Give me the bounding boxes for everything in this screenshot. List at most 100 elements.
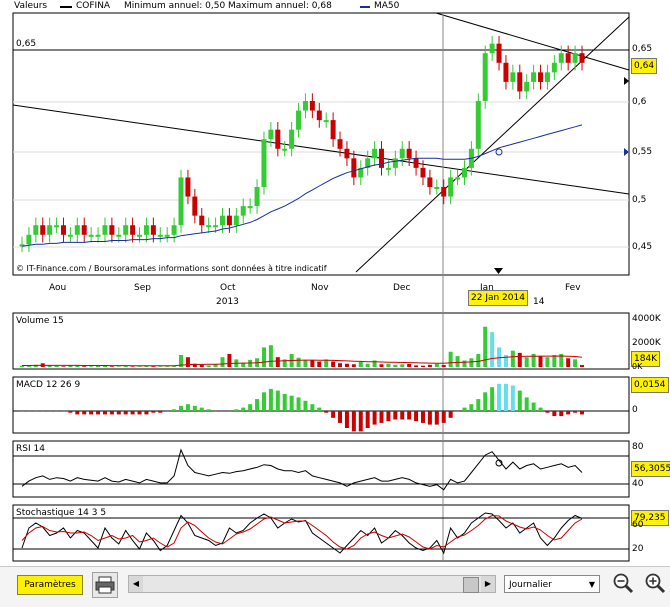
chevron-down-icon: ▼ <box>589 576 595 594</box>
price-candle <box>268 130 273 140</box>
volume-bar <box>303 360 307 367</box>
macd-bar <box>504 384 508 411</box>
price-candle <box>324 120 329 122</box>
price-candle <box>261 139 266 187</box>
price-candle <box>351 158 356 177</box>
volume-bar <box>117 366 121 367</box>
price-candle <box>54 225 59 227</box>
macd-bar <box>532 403 536 412</box>
price-candle <box>303 101 308 111</box>
macd-bar <box>518 391 522 411</box>
volume-bar <box>552 355 556 367</box>
price-candle <box>420 168 425 178</box>
volume-bar <box>414 365 418 367</box>
price-candle <box>116 235 121 237</box>
macd-bar <box>200 408 204 411</box>
legend-ma-swatch <box>360 6 370 8</box>
macd-bar <box>345 411 349 428</box>
price-candle <box>282 149 287 151</box>
macd-bar <box>158 411 162 413</box>
macd-bar <box>373 411 377 425</box>
macd-title: MACD 12 26 9 <box>16 380 80 390</box>
volume-bar <box>573 359 577 367</box>
volume-bar <box>317 362 321 367</box>
price-candle <box>310 101 315 111</box>
macd-bar <box>393 411 397 420</box>
volume-bar <box>428 365 432 367</box>
price-y-tick: 0,45 <box>632 242 652 252</box>
macd-bar <box>75 411 79 414</box>
macd-bar <box>442 411 446 423</box>
volume-bar <box>359 362 363 367</box>
print-button[interactable] <box>92 572 118 598</box>
volume-bar <box>462 360 466 367</box>
macd-bar <box>545 411 549 413</box>
volume-bar <box>539 356 543 367</box>
macd-bar <box>539 408 543 411</box>
price-candle <box>255 187 260 206</box>
macd-bar <box>552 411 556 416</box>
macd-bar <box>138 411 142 414</box>
printer-icon <box>93 573 117 597</box>
volume-bar <box>262 347 266 367</box>
scroll-right-arrow-icon[interactable]: ▶ <box>481 576 495 592</box>
time-scrollbar[interactable]: ◀ ▶ <box>128 575 496 593</box>
zoom-out-button[interactable] <box>612 572 634 594</box>
price-candle <box>531 72 536 82</box>
macd-bar <box>366 411 370 428</box>
price-candle <box>490 44 495 54</box>
zoom-in-button[interactable] <box>644 572 666 594</box>
price-candle <box>386 168 391 170</box>
volume-bar <box>435 364 439 367</box>
macd-bar <box>262 392 266 411</box>
macd-bar <box>338 411 342 423</box>
price-candle <box>123 225 128 235</box>
price-candle <box>344 149 349 159</box>
volume-bar <box>110 366 114 367</box>
params-button[interactable]: Paramètres <box>17 575 83 595</box>
volume-bar <box>545 357 549 367</box>
price-candle <box>573 53 578 63</box>
scroll-left-arrow-icon[interactable]: ◀ <box>129 576 143 592</box>
rsi-y-tick: 40 <box>632 479 643 489</box>
rsi-current-tag: 56,3055 <box>631 461 670 477</box>
macd-bar <box>310 404 314 411</box>
macd-bar <box>48 411 52 412</box>
volume-bar <box>27 366 31 367</box>
price-y-tick: 0,6 <box>632 97 646 107</box>
period-select[interactable]: Journalier ▼ <box>504 575 600 593</box>
macd-bar <box>186 404 190 411</box>
macd-bar <box>511 386 515 412</box>
volume-bar <box>200 365 204 367</box>
macd-bar <box>380 411 384 423</box>
macd-bar <box>580 411 584 414</box>
volume-bar <box>158 366 162 367</box>
volume-bar <box>407 364 411 367</box>
current-price-tag: 0,64 <box>631 58 657 74</box>
price-candle <box>102 225 107 235</box>
price-candle <box>130 225 135 235</box>
macd-bar <box>144 411 148 414</box>
price-candle <box>82 225 87 235</box>
scrollbar-thumb[interactable] <box>463 577 479 593</box>
macd-bar <box>34 411 38 412</box>
price-candle <box>179 177 184 225</box>
legend-cofina-swatch <box>60 6 72 8</box>
price-candle <box>61 225 66 235</box>
volume-bar <box>124 366 128 367</box>
month-label-fev: Fev <box>565 283 581 293</box>
macd-bar <box>469 404 473 411</box>
macd-bar <box>400 411 404 420</box>
year-label-2014: 14 <box>533 297 544 307</box>
year-label-2013: 2013 <box>216 297 239 307</box>
macd-bar <box>214 411 218 412</box>
macd-bar <box>193 406 197 411</box>
price-candle <box>289 130 294 149</box>
volume-bar <box>421 366 425 367</box>
macd-bar <box>103 411 107 414</box>
macd-panel-frame <box>13 377 629 433</box>
price-candle <box>393 158 398 168</box>
legend-minmax: Minimum annuel: 0,50 Maximum annuel: 0,6… <box>124 1 332 11</box>
price-candle <box>144 225 149 235</box>
price-candle <box>47 225 52 235</box>
